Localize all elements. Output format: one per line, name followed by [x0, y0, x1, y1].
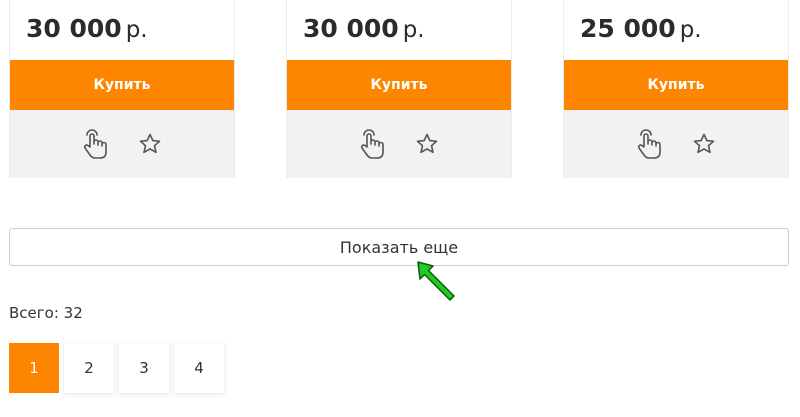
page-1-button[interactable]: 1 [9, 343, 59, 393]
buy-button[interactable]: Купить [287, 60, 511, 110]
price-value: 25 000 [580, 14, 676, 43]
product-price: 25 000 р. [580, 14, 702, 43]
total-count: Всего: 32 [9, 304, 83, 322]
pagination: 1 2 3 4 [9, 343, 224, 393]
price-value: 30 000 [303, 14, 399, 43]
hand-pointer-icon[interactable] [636, 128, 662, 164]
price-currency: р. [679, 17, 702, 43]
product-card: 25 000 р. Купить [563, 0, 789, 178]
product-card: 30 000 р. Купить [286, 0, 512, 178]
page-2-button[interactable]: 2 [64, 343, 114, 393]
show-more-button[interactable]: Показать еще [9, 228, 789, 266]
star-icon[interactable] [415, 132, 439, 160]
product-actions [10, 110, 234, 178]
product-price: 30 000 р. [303, 14, 425, 43]
product-price: 30 000 р. [26, 14, 148, 43]
buy-button[interactable]: Купить [564, 60, 788, 110]
price-currency: р. [125, 17, 148, 43]
cursor-arrow-icon [414, 258, 460, 308]
star-icon[interactable] [692, 132, 716, 160]
buy-button[interactable]: Купить [10, 60, 234, 110]
price-currency: р. [402, 17, 425, 43]
product-actions [564, 110, 788, 178]
hand-pointer-icon[interactable] [82, 128, 108, 164]
product-actions [287, 110, 511, 178]
page-4-button[interactable]: 4 [174, 343, 224, 393]
star-icon[interactable] [138, 132, 162, 160]
price-value: 30 000 [26, 14, 122, 43]
product-card: 30 000 р. Купить [9, 0, 235, 178]
hand-pointer-icon[interactable] [359, 128, 385, 164]
page-3-button[interactable]: 3 [119, 343, 169, 393]
